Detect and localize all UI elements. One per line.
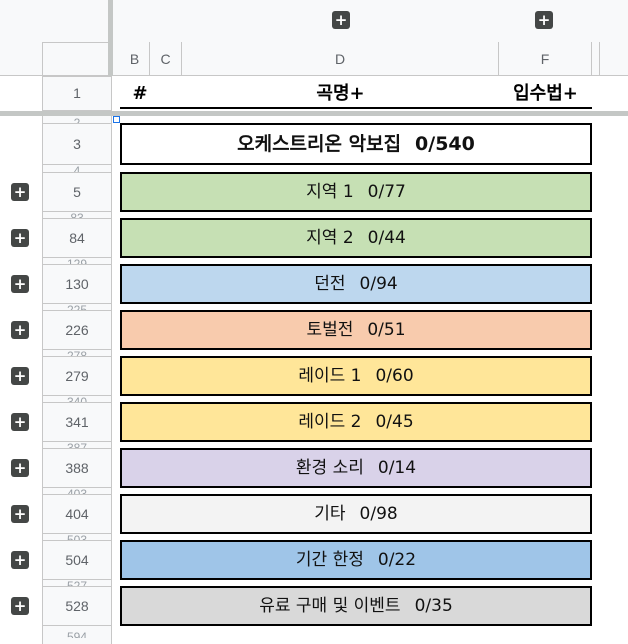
- section-count: 0/22: [377, 550, 417, 570]
- expand-row-group-button[interactable]: +: [11, 229, 29, 247]
- plus-icon: +: [13, 597, 27, 615]
- frozen-column-divider[interactable]: [108, 0, 113, 76]
- expand-row-group-button[interactable]: +: [11, 459, 29, 477]
- column-header-d[interactable]: D: [182, 42, 499, 76]
- section-count: 0/98: [359, 504, 398, 524]
- section-count: 0/35: [414, 596, 453, 616]
- plus-icon: +: [13, 459, 27, 477]
- row-header-226[interactable]: 226: [42, 310, 112, 350]
- plus-icon: +: [13, 275, 27, 293]
- column-header-b[interactable]: B: [120, 42, 150, 76]
- row-header-504[interactable]: 504: [42, 540, 112, 580]
- plus-icon: +: [334, 11, 348, 29]
- row-header-279[interactable]: 279: [42, 356, 112, 396]
- section-bar-ambient-sound[interactable]: 환경 소리 0/14: [120, 448, 592, 488]
- expand-row-group-button[interactable]: +: [11, 321, 29, 339]
- select-all-corner[interactable]: [42, 42, 110, 76]
- row-header-404[interactable]: 404: [42, 494, 112, 534]
- column-header-f[interactable]: F: [499, 42, 592, 76]
- plus-icon: +: [537, 11, 551, 29]
- section-count: 0/51: [367, 320, 406, 340]
- row-header-1[interactable]: 1: [42, 76, 112, 111]
- section-label: 레이드 2: [298, 412, 362, 432]
- row-header-84[interactable]: 84: [42, 218, 112, 258]
- selection-handle[interactable]: [113, 116, 120, 123]
- plus-icon: +: [13, 367, 27, 385]
- header-number-cell[interactable]: #: [120, 77, 160, 111]
- expand-row-group-button[interactable]: +: [11, 505, 29, 523]
- expand-row-group-button[interactable]: +: [11, 597, 29, 615]
- section-bar-region-1[interactable]: 지역 1 0/77: [120, 172, 592, 212]
- section-count: 0/94: [359, 274, 398, 294]
- section-label: 던전: [314, 274, 346, 294]
- section-count: 0/44: [367, 228, 406, 248]
- section-bar-other[interactable]: 기타 0/98: [120, 494, 592, 534]
- plus-icon: +: [13, 505, 27, 523]
- row-header-5[interactable]: 5: [42, 172, 112, 212]
- section-label: 지역 1: [306, 182, 354, 202]
- section-label: 오케스트리온 악보집: [237, 133, 402, 155]
- plus-icon: +: [13, 229, 27, 247]
- group-toggle-bar: [0, 0, 628, 42]
- section-count: 0/77: [367, 182, 406, 202]
- section-bar-raid-1[interactable]: 레이드 1 0/60: [120, 356, 592, 396]
- section-label: 환경 소리: [295, 458, 364, 478]
- header-acquire-cell[interactable]: 입수법+: [499, 77, 592, 111]
- expand-group-d-button[interactable]: +: [332, 11, 350, 29]
- plus-icon: +: [13, 551, 27, 569]
- section-bar-dungeon[interactable]: 던전 0/94: [120, 264, 592, 304]
- section-bar-orchestrion[interactable]: 오케스트리온 악보집 0/540: [120, 123, 592, 165]
- column-header-g-edge: [592, 42, 600, 76]
- section-count: 0/60: [375, 366, 414, 386]
- expand-row-group-button[interactable]: +: [11, 551, 29, 569]
- hidden-row-indicator: 4: [73, 164, 81, 172]
- expand-row-group-button[interactable]: +: [11, 183, 29, 201]
- section-count: 0/14: [377, 458, 417, 478]
- section-count: 0/45: [375, 412, 414, 432]
- section-bar-limited-time[interactable]: 기간 한정 0/22: [120, 540, 592, 580]
- row-header-3[interactable]: 3: [42, 123, 112, 165]
- plus-icon: +: [13, 413, 27, 431]
- section-bar-raid-2[interactable]: 레이드 2 0/45: [120, 402, 592, 442]
- section-bar-region-2[interactable]: 지역 2 0/44: [120, 218, 592, 258]
- section-count: 0/540: [415, 133, 475, 155]
- header-underline: [120, 107, 592, 109]
- plus-icon: +: [13, 183, 27, 201]
- expand-row-group-button[interactable]: +: [11, 275, 29, 293]
- column-header-c[interactable]: C: [150, 42, 182, 76]
- section-label: 토벌전: [306, 320, 354, 340]
- section-label: 지역 2: [306, 228, 354, 248]
- section-label: 유료 구매 및 이벤트: [259, 596, 401, 616]
- section-bar-trial[interactable]: 토벌전 0/51: [120, 310, 592, 350]
- section-label: 기타: [314, 504, 346, 524]
- section-label: 레이드 1: [298, 366, 362, 386]
- expand-row-group-button[interactable]: +: [11, 413, 29, 431]
- row-header-130[interactable]: 130: [42, 264, 112, 304]
- section-label: 기간 한정: [295, 550, 364, 570]
- expand-group-f-button[interactable]: +: [535, 11, 553, 29]
- header-song-cell[interactable]: 곡명+: [182, 77, 499, 111]
- hidden-row-indicator: 594: [66, 630, 88, 638]
- section-bar-paid-event[interactable]: 유료 구매 및 이벤트 0/35: [120, 586, 592, 626]
- row-header-388[interactable]: 388: [42, 448, 112, 488]
- row-header-341[interactable]: 341: [42, 402, 112, 442]
- plus-icon: +: [13, 321, 27, 339]
- expand-row-group-button[interactable]: +: [11, 367, 29, 385]
- row-header-528[interactable]: 528: [42, 586, 112, 626]
